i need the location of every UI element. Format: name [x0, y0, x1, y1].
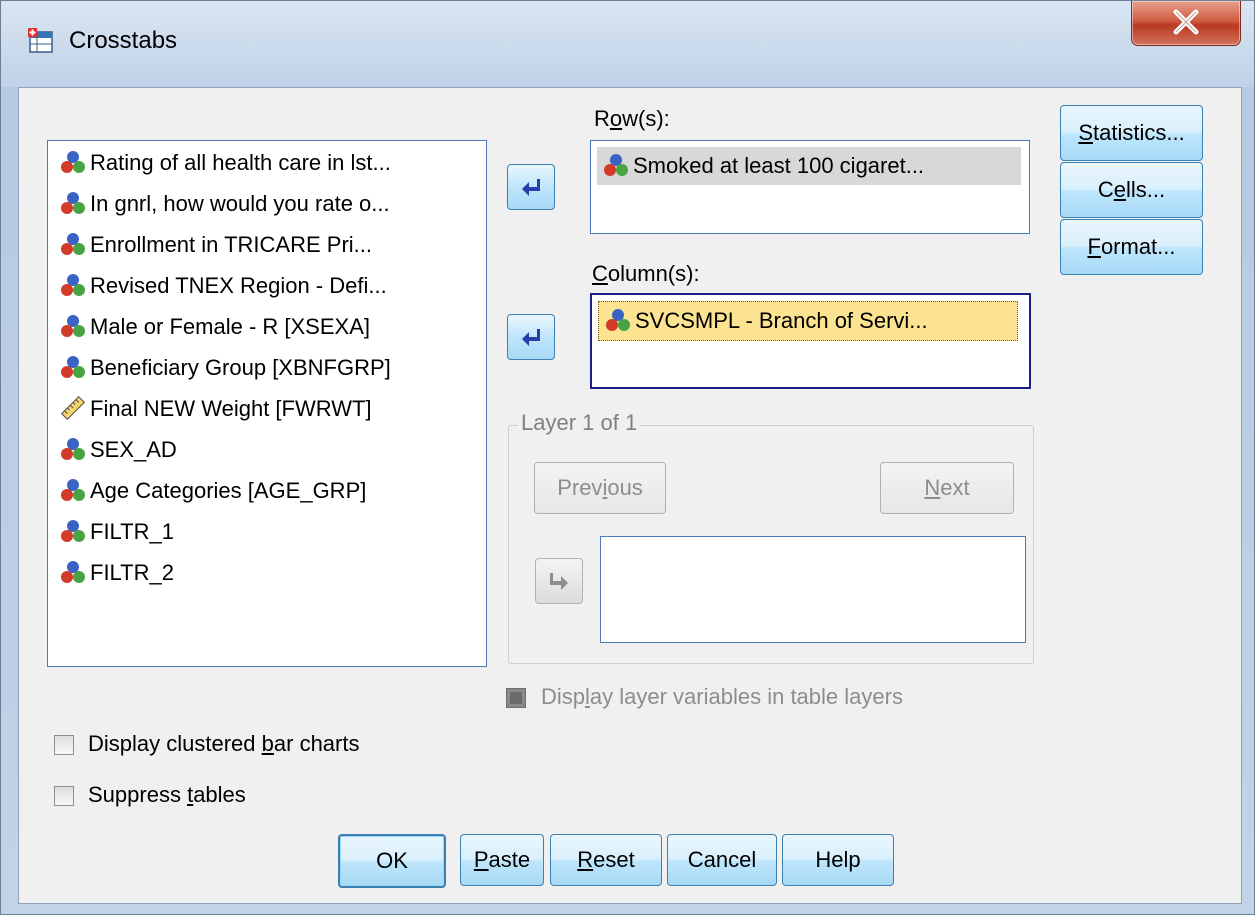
help-button[interactable]: Help [782, 834, 894, 886]
previous-button[interactable]: Previous [534, 462, 666, 514]
close-icon [1173, 9, 1199, 35]
source-variable-label: FILTR_2 [90, 560, 174, 585]
source-variable-item[interactable]: SEX_AD [60, 432, 177, 468]
source-variable-label: In gnrl, how would you rate o... [90, 191, 390, 216]
move-to-rows-button[interactable] [507, 164, 555, 210]
nominal-icon [61, 274, 85, 296]
rows-target-list[interactable]: Smoked at least 100 cigaret... [590, 140, 1030, 234]
source-variable-label: Male or Female - R [XSEXA] [90, 314, 370, 339]
move-to-columns-button[interactable] [507, 314, 555, 360]
nominal-icon [61, 233, 85, 255]
crosstabs-icon [28, 28, 53, 53]
suppress-tables-label: Suppress tables [88, 782, 246, 807]
nominal-icon [61, 151, 85, 173]
arrow-left-icon [522, 329, 540, 346]
statistics-button[interactable]: Statistics... [1060, 105, 1203, 161]
source-variable-label: Enrollment in TRICARE Pri... [90, 232, 373, 257]
display-layer-variables-label: Display layer variables in table layers [541, 684, 903, 709]
nominal-icon [61, 438, 85, 460]
rows-list-item[interactable]: Smoked at least 100 cigaret... [597, 147, 1021, 185]
source-variable-item[interactable]: Age Categories [AGE_GRP] [60, 473, 366, 509]
title-bar[interactable]: Crosstabs [1, 1, 1254, 87]
close-button[interactable] [1131, 1, 1241, 46]
source-variable-label: Rating of all health care in lst... [90, 150, 391, 175]
suppress-tables-checkbox[interactable] [54, 786, 74, 806]
source-variable-label: Final NEW Weight [FWRWT] [90, 396, 372, 421]
source-variable-item[interactable]: Beneficiary Group [XBNFGRP] [60, 350, 391, 386]
layer-target-list[interactable] [600, 536, 1026, 643]
scale-icon [60, 395, 86, 421]
source-variable-label: Age Categories [AGE_GRP] [90, 478, 367, 503]
source-variable-item[interactable]: FILTR_1 [60, 514, 174, 550]
window-title: Crosstabs [69, 27, 178, 54]
source-variable-label: Beneficiary Group [XBNFGRP] [90, 355, 391, 380]
source-variable-item[interactable]: In gnrl, how would you rate o... [60, 186, 390, 222]
cells-button[interactable]: Cells... [1060, 162, 1203, 218]
source-variable-item[interactable]: FILTR_2 [60, 555, 174, 591]
crosstabs-dialog: Crosstabs Rating of all health care in l… [0, 0, 1255, 915]
ok-button[interactable]: OK [338, 834, 446, 888]
nominal-icon [604, 154, 628, 176]
source-variable-item[interactable]: Rating of all health care in lst... [60, 145, 391, 181]
nominal-icon [61, 520, 85, 542]
move-to-layer-button[interactable] [535, 558, 583, 604]
columns-label: Column(s): [592, 261, 700, 286]
paste-button[interactable]: Paste [460, 834, 544, 886]
nominal-icon [61, 561, 85, 583]
nominal-icon [61, 192, 85, 214]
nominal-icon [606, 309, 630, 331]
next-button[interactable]: Next [880, 462, 1014, 514]
source-variable-label: SEX_AD [90, 437, 177, 462]
format-button[interactable]: Format... [1060, 219, 1203, 275]
display-layer-variables-checkbox[interactable] [506, 688, 526, 708]
clustered-bar-charts-checkbox[interactable] [54, 735, 74, 755]
source-variable-label: FILTR_1 [90, 519, 174, 544]
layer-title: Layer 1 of 1 [518, 410, 641, 436]
source-variable-item[interactable]: Enrollment in TRICARE Pri... [60, 227, 372, 263]
rows-label: Row(s): [594, 106, 670, 131]
arrow-right-icon [550, 573, 568, 590]
columns-list-item[interactable]: SVCSMPL - Branch of Servi... [598, 301, 1018, 341]
source-variable-item[interactable]: Male or Female - R [XSEXA] [60, 309, 370, 345]
source-variable-label: Revised TNEX Region - Defi... [90, 273, 387, 298]
cancel-button[interactable]: Cancel [667, 834, 777, 886]
nominal-icon [61, 356, 85, 378]
reset-button[interactable]: Reset [550, 834, 662, 886]
source-variable-item[interactable]: Final NEW Weight [FWRWT] [60, 391, 372, 427]
source-variable-list[interactable]: Rating of all health care in lst... In gn… [47, 140, 487, 667]
source-variable-item[interactable]: Revised TNEX Region - Defi... [60, 268, 387, 304]
clustered-bar-charts-label: Display clustered bar charts [88, 731, 360, 756]
nominal-icon [61, 315, 85, 337]
nominal-icon [61, 479, 85, 501]
dialog-body: Rating of all health care in lst... In gn… [18, 87, 1242, 904]
columns-target-list[interactable]: SVCSMPL - Branch of Servi... [590, 293, 1031, 389]
arrow-left-icon [522, 179, 540, 196]
